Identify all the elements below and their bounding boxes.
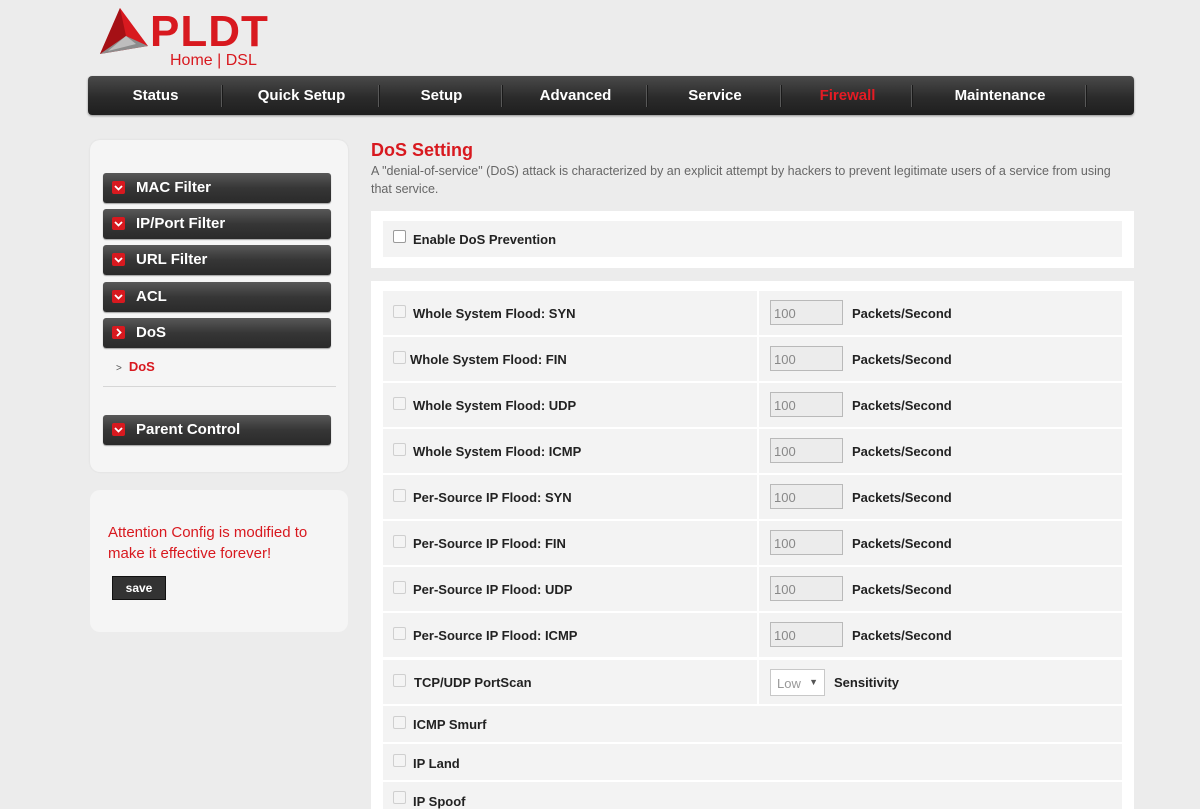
flood-checkbox[interactable] [393, 351, 406, 364]
sidebar-divider [103, 386, 336, 387]
flood-checkbox[interactable] [393, 443, 406, 456]
save-button[interactable]: save [112, 576, 166, 600]
enable-dos-checkbox[interactable] [393, 230, 406, 243]
table-row: Whole System Flood: ICMP 100 Packets/Sec… [383, 429, 1122, 473]
page-description: A "denial-of-service" (DoS) attack is ch… [371, 164, 1111, 196]
ip-spoof-checkbox[interactable] [393, 791, 406, 804]
flood-checkbox[interactable] [393, 397, 406, 410]
flood-checkbox[interactable] [393, 627, 406, 640]
packets-input[interactable]: 100 [770, 300, 843, 325]
packets-input[interactable]: 100 [770, 484, 843, 509]
packets-input[interactable]: 100 [770, 392, 843, 417]
nav-setup[interactable]: Setup [380, 76, 503, 115]
icmp-smurf-checkbox[interactable] [393, 716, 406, 729]
pldt-logo: PLDT Home | DSL [96, 6, 276, 70]
table-row: Per-Source IP Flood: UDP 100 Packets/Sec… [383, 567, 1122, 611]
packets-input[interactable]: 100 [770, 530, 843, 555]
flood-checkbox[interactable] [393, 535, 406, 548]
attention-panel: Attention Config is modified to make it … [90, 490, 348, 632]
table-row: IP Spoof [383, 782, 1122, 809]
nav-advanced[interactable]: Advanced [503, 76, 648, 115]
nav-firewall[interactable]: Firewall [782, 76, 913, 115]
table-row: Whole System Flood: SYN 100 Packets/Seco… [383, 291, 1122, 335]
nav-maintenance[interactable]: Maintenance [913, 76, 1087, 115]
dos-rules-table: Whole System Flood: SYN 100 Packets/Seco… [371, 281, 1134, 809]
chevron-right-small-icon: > [116, 363, 122, 374]
packets-input[interactable]: 100 [770, 438, 843, 463]
flood-checkbox[interactable] [393, 489, 406, 502]
sensitivity-select[interactable]: Low ▼ [770, 669, 825, 696]
portscan-checkbox[interactable] [393, 674, 406, 687]
chevron-down-icon [112, 423, 125, 436]
flood-checkbox[interactable] [393, 305, 406, 318]
brand-subtitle: Home | DSL [170, 52, 257, 69]
sidebar-item-parent-control[interactable]: Parent Control [103, 415, 331, 445]
packets-input[interactable]: 100 [770, 622, 843, 647]
nav-status[interactable]: Status [88, 76, 223, 115]
table-row: ICMP Smurf [383, 706, 1122, 742]
sidebar-item-dos[interactable]: DoS [103, 318, 331, 348]
packets-input[interactable]: 100 [770, 346, 843, 371]
table-row: TCP/UDP PortScan Low ▼ Sensitivity [383, 660, 1122, 704]
chevron-down-icon [112, 290, 125, 303]
pldt-logo-mark-icon [100, 8, 148, 54]
page-title: DoS Setting [371, 140, 473, 160]
chevron-right-icon [112, 326, 125, 339]
enable-dos-label: Enable DoS Prevention [413, 232, 557, 247]
table-row: Per-Source IP Flood: SYN 100 Packets/Sec… [383, 475, 1122, 519]
sidebar-item-ip-port-filter[interactable]: IP/Port Filter [103, 209, 331, 239]
enable-section: Enable DoS Prevention [371, 211, 1134, 268]
nav-service[interactable]: Service [648, 76, 782, 115]
flood-checkbox[interactable] [393, 581, 406, 594]
table-row: Per-Source IP Flood: ICMP 100 Packets/Se… [383, 613, 1122, 657]
sidebar-subitem-dos[interactable]: > DoS [116, 359, 155, 374]
packets-input[interactable]: 100 [770, 576, 843, 601]
table-row: Whole System Flood: FIN 100 Packets/Seco… [383, 337, 1122, 381]
nav-quick-setup[interactable]: Quick Setup [223, 76, 380, 115]
chevron-down-icon [112, 217, 125, 230]
sidebar-item-acl[interactable]: ACL [103, 282, 331, 312]
caret-down-icon: ▼ [809, 677, 818, 687]
sidebar-panel: MAC Filter IP/Port Filter URL Filter ACL… [90, 140, 348, 472]
ip-land-checkbox[interactable] [393, 754, 406, 767]
enable-row: Enable DoS Prevention [383, 221, 1122, 257]
table-row: Whole System Flood: UDP 100 Packets/Seco… [383, 383, 1122, 427]
table-row: Per-Source IP Flood: FIN 100 Packets/Sec… [383, 521, 1122, 565]
brand-name: PLDT [150, 7, 269, 56]
table-row: IP Land [383, 744, 1122, 780]
main-nav: Status Quick Setup Setup Advanced Servic… [88, 76, 1134, 115]
sidebar-item-url-filter[interactable]: URL Filter [103, 245, 331, 275]
chevron-down-icon [112, 253, 125, 266]
sidebar-item-mac-filter[interactable]: MAC Filter [103, 173, 331, 203]
chevron-down-icon [112, 181, 125, 194]
attention-message: Attention Config is modified to make it … [108, 524, 308, 562]
